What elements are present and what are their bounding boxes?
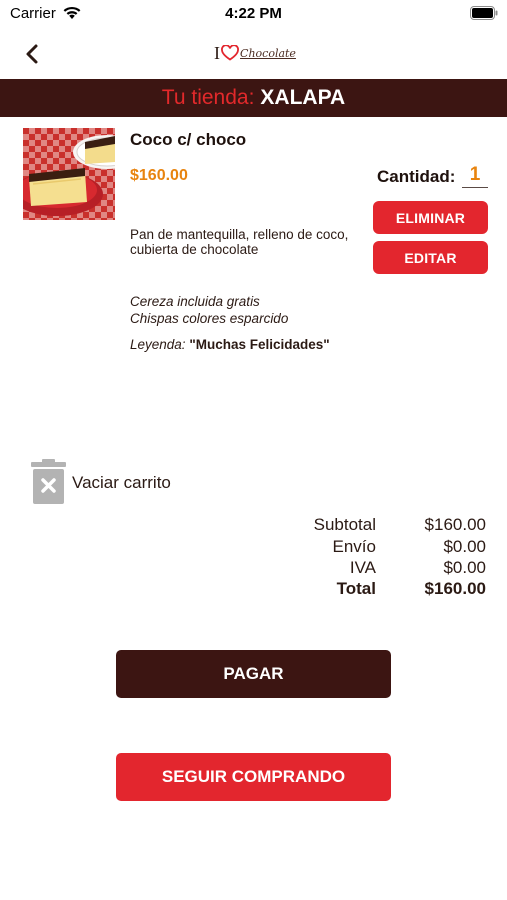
product-image [23,128,115,220]
continue-shopping-button[interactable]: SEGUIR COMPRANDO [116,753,391,801]
total-label: Total [336,579,376,598]
logo-word: Chocolate [240,46,296,60]
clock: 4:22 PM [225,5,282,22]
legend-value: "Muchas Felicidades" [189,337,330,352]
subtotal-value: $160.00 [424,515,486,534]
store-banner: Tu tienda: XALAPA [0,79,507,117]
status-bar: Carrier 4:22 PM [0,0,507,28]
quantity-label: Cantidad: [377,167,456,186]
shipping-value: $0.00 [443,537,486,556]
store-label: Tu tienda: [161,86,255,109]
item-legend: Leyenda: "Muchas Felicidades" [130,337,330,352]
subtotal-label: Subtotal [313,515,376,534]
item-extra: Cereza incluida gratis [130,294,260,309]
back-button[interactable] [18,40,46,68]
clear-cart-button[interactable]: Vaciar carrito [72,473,171,493]
battery-icon [470,6,498,20]
item-extra: Chispas colores esparcido [130,311,289,326]
total-value: $160.00 [424,579,486,598]
brand-logo: I Chocolate [208,40,302,66]
pay-button[interactable]: PAGAR [116,650,391,698]
remove-item-button[interactable]: ELIMINAR [373,201,488,234]
heart-icon [221,45,239,61]
tax-label: IVA [349,558,376,577]
shipping-label: Envío [332,537,376,556]
quantity-field[interactable]: 1 [462,164,488,188]
logo-letter: I [214,42,221,63]
edit-item-button[interactable]: EDITAR [373,241,488,274]
tax-value: $0.00 [443,558,486,577]
product-description: Pan de mantequilla, relleno de coco, cub… [130,227,349,257]
product-name: Coco c/ choco [130,130,247,149]
chevron-left-icon [26,44,38,64]
legend-label: Leyenda: [130,337,186,352]
product-price: $160.00 [130,167,188,184]
trash-icon[interactable] [30,459,67,505]
store-name: XALAPA [260,86,346,109]
